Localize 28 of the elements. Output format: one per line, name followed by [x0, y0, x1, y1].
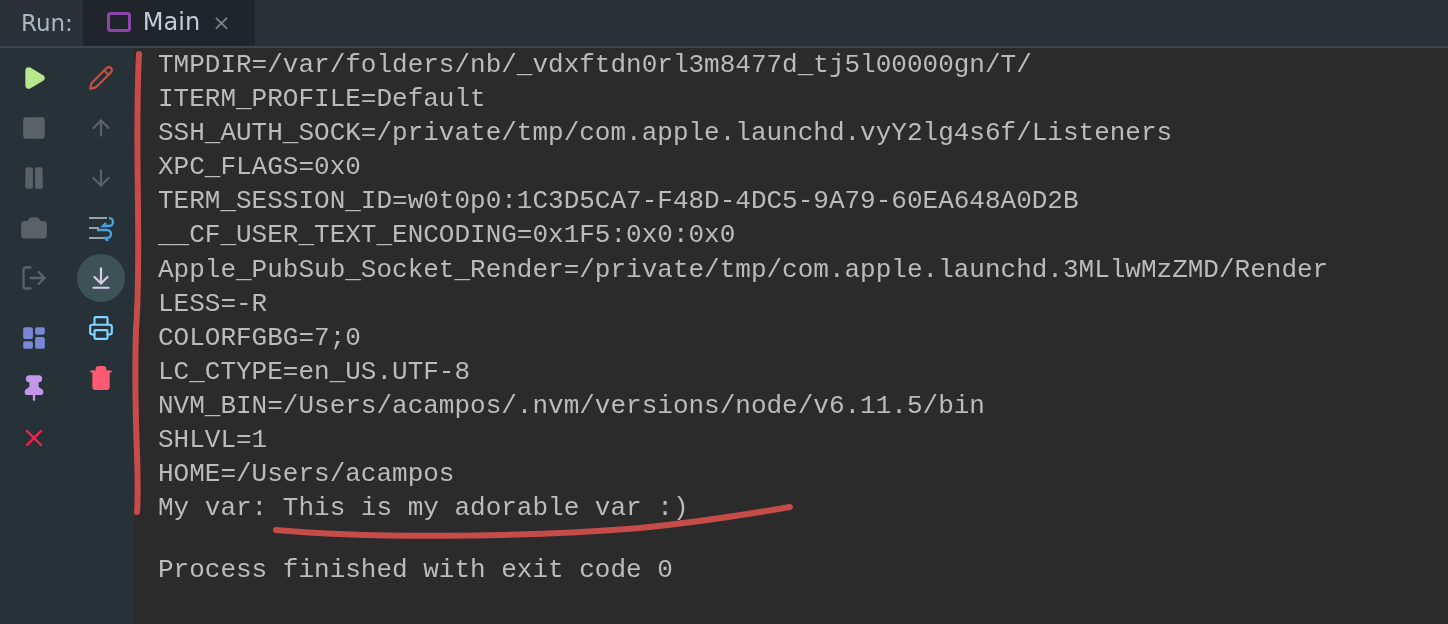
layout-icon	[20, 325, 47, 351]
console-line: NVM_BIN=/Users/acampos/.nvm/versions/node/v6.11.5/bin	[158, 391, 985, 420]
console-line: __CF_USER_TEXT_ENCODING=0x1F5:0x0:0x0	[158, 221, 736, 250]
console-line: Apple_PubSub_Socket_Render=/private/tmp/com.apple.launchd.3MLlwMzZMD/Render	[158, 255, 1329, 284]
console-line: SHLVL=1	[158, 426, 268, 455]
console-line: COLORFGBG=7;0	[158, 323, 361, 352]
console-line: My var: This is my adorable var :)	[158, 494, 689, 523]
console-line: TERM_SESSION_ID=w0t0p0:1C3D5CA7-F48D-4DC5-9A79-60EA648A0D2B	[158, 187, 1079, 216]
exit-icon	[19, 264, 48, 292]
console-line: XPC_FLAGS=0x0	[158, 153, 361, 182]
console-line: TMPDIR=/var/folders/nb/_vdxftdn0rl3m8477d_tj5l00000gn/T/	[158, 51, 1032, 79]
console-line: LC_CTYPE=en_US.UTF-8	[158, 357, 471, 386]
run-label: Run:	[20, 9, 74, 38]
trash-icon	[87, 365, 114, 391]
pencil-icon	[87, 65, 114, 91]
console-line: SSH_AUTH_SOCK=/private/tmp/com.apple.launchd.vyY2lg4s6f/Listeners	[158, 119, 1173, 148]
console-line: LESS=-R	[158, 289, 268, 318]
window-icon	[106, 12, 131, 32]
tab-label: Main	[142, 8, 201, 36]
wrap-arrows-icon	[86, 215, 115, 241]
printer-icon	[87, 315, 114, 341]
console-line: HOME=/Users/acampos	[158, 460, 455, 489]
run-tab[interactable]: Main ×	[82, 0, 255, 46]
exit-message: Process finished with exit code 0	[158, 556, 673, 585]
scroll-button[interactable]	[76, 254, 125, 302]
tab-close-button[interactable]: ×	[212, 9, 231, 35]
console-line: ITERM_PROFILE=Default	[158, 85, 486, 114]
stop-icon	[20, 115, 47, 141]
